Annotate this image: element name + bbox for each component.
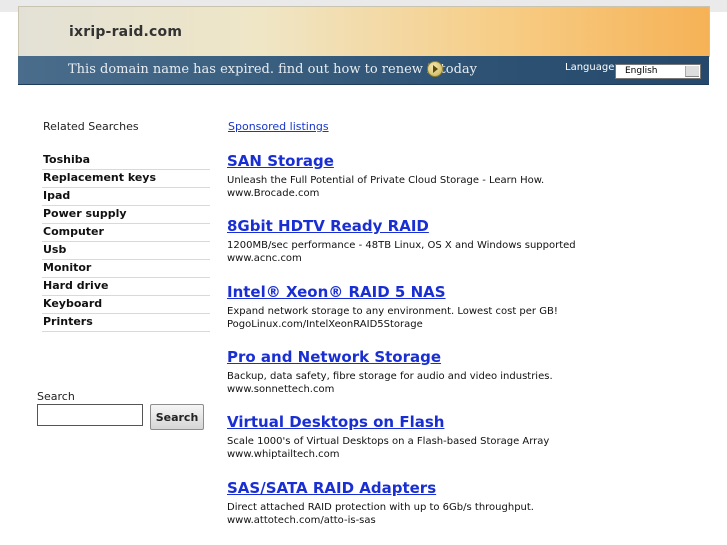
listing-url[interactable]: www.attotech.com/atto-is-sas	[227, 515, 697, 526]
listing-description: Unleash the Full Potential of Private Cl…	[227, 175, 545, 186]
related-search-item[interactable]: Keyboard	[42, 296, 210, 314]
listing-item: Intel® Xeon® RAID 5 NAS Expand network s…	[227, 283, 697, 330]
listing-item: 8Gbit HDTV Ready RAID 1200MB/sec perform…	[227, 217, 697, 264]
listing-item: Pro and Network Storage Backup, data saf…	[227, 348, 697, 395]
language-label: Language:	[565, 62, 618, 73]
listing-title-link[interactable]: 8Gbit HDTV Ready RAID	[227, 217, 697, 235]
expired-bar: This domain name has expired. find out h…	[18, 56, 709, 85]
related-search-item[interactable]: Power supply	[42, 206, 210, 224]
listing-description: Backup, data safety, fibre storage for a…	[227, 371, 553, 382]
related-search-item[interactable]: Hard drive	[42, 278, 210, 296]
sponsored-listings-link[interactable]: Sponsored listings	[228, 120, 329, 133]
language-value: English	[625, 66, 658, 76]
listing-url[interactable]: PogoLinux.com/IntelXeonRAID5Storage	[227, 319, 697, 330]
related-search-item[interactable]: Toshiba	[42, 152, 210, 170]
search-button[interactable]: Search	[150, 404, 204, 430]
expired-notice-link[interactable]: This domain name has expired. find out h…	[68, 62, 477, 77]
arrow-right-icon[interactable]	[427, 61, 443, 77]
listing-url[interactable]: www.whiptailtech.com	[227, 449, 697, 460]
related-searches-title: Related Searches	[43, 120, 139, 133]
language-select[interactable]: English	[615, 64, 701, 79]
listing-title-link[interactable]: Virtual Desktops on Flash	[227, 413, 697, 431]
related-searches-list: Toshiba Replacement keys Ipad Power supp…	[42, 152, 210, 332]
related-search-item[interactable]: Replacement keys	[42, 170, 210, 188]
related-search-item[interactable]: Computer	[42, 224, 210, 242]
related-search-item[interactable]: Ipad	[42, 188, 210, 206]
related-search-item[interactable]: Printers	[42, 314, 210, 332]
listing-description: 1200MB/sec performance - 48TB Linux, OS …	[227, 240, 576, 251]
related-search-item[interactable]: Monitor	[42, 260, 210, 278]
listing-description: Direct attached RAID protection with up …	[227, 502, 534, 513]
listing-title-link[interactable]: SAS/SATA RAID Adapters	[227, 479, 697, 497]
page: ixrip-raid.com This domain name has expi…	[0, 0, 727, 545]
listing-title-link[interactable]: Pro and Network Storage	[227, 348, 697, 366]
listing-url[interactable]: www.sonnettech.com	[227, 384, 697, 395]
site-name: ixrip-raid.com	[69, 24, 183, 40]
listing-description: Expand network storage to any environmen…	[227, 306, 558, 317]
listing-item: Virtual Desktops on Flash Scale 1000's o…	[227, 413, 697, 460]
search-input[interactable]	[37, 404, 143, 426]
listing-description: Scale 1000's of Virtual Desktops on a Fl…	[227, 436, 550, 447]
listing-item: SAN Storage Unleash the Full Potential o…	[227, 152, 697, 199]
header: ixrip-raid.com	[18, 6, 710, 57]
dropdown-arrow-icon[interactable]	[685, 66, 699, 77]
listing-title-link[interactable]: SAN Storage	[227, 152, 697, 170]
related-search-item[interactable]: Usb	[42, 242, 210, 260]
search-label: Search	[37, 390, 75, 403]
listing-url[interactable]: www.acnc.com	[227, 253, 697, 264]
listing-item: SAS/SATA RAID Adapters Direct attached R…	[227, 479, 697, 526]
listing-url[interactable]: www.Brocade.com	[227, 188, 697, 199]
listing-title-link[interactable]: Intel® Xeon® RAID 5 NAS	[227, 283, 697, 301]
